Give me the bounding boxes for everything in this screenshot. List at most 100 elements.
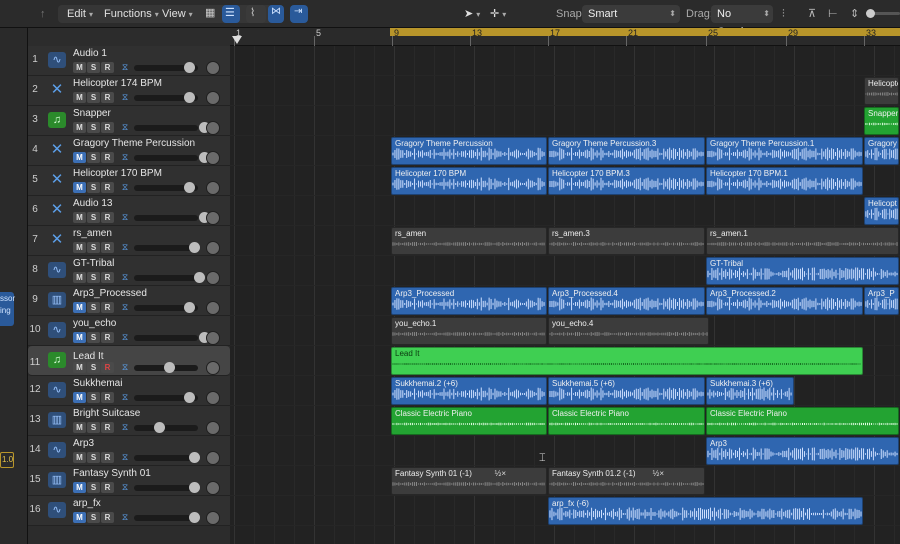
waveform-icon[interactable]: ∿ [48,502,66,518]
pan-knob[interactable] [206,91,220,105]
input-monitor-icon[interactable]: ⧖ [119,392,131,403]
pan-knob[interactable] [206,181,220,195]
region-piano3[interactable]: Classic Electric Piano [706,407,899,435]
mute-button[interactable]: M [73,92,86,103]
input-monitor-icon[interactable]: ⧖ [119,422,131,433]
pan-knob[interactable] [206,61,220,75]
pan-knob[interactable] [206,151,220,165]
solo-button[interactable]: S [87,392,100,403]
region-piano1[interactable]: Classic Electric Piano [391,407,547,435]
track-name[interactable]: Audio 13 [73,198,112,209]
volume-fader-knob[interactable] [189,512,200,523]
mute-button[interactable]: M [73,332,86,343]
region-piano2[interactable]: Classic Electric Piano [548,407,705,435]
pan-knob[interactable] [206,361,220,375]
volume-fader-knob[interactable] [184,302,195,313]
volume-fader-knob[interactable] [189,242,200,253]
track-header-2[interactable]: 2 ✕ Helicopter 174 BPM M S R ⧖ [28,76,230,106]
region-arp2[interactable]: Arp3_Processed.4 [548,287,705,315]
record-enable-button[interactable]: R [101,512,114,523]
zoom-slider-thumb[interactable] [866,9,875,18]
region-heli6[interactable]: Helicopt [864,197,899,225]
region-amen3[interactable]: rs_amen.1 [706,227,899,255]
keyboard-icon[interactable]: ▥ [48,412,66,428]
volume-fader[interactable] [134,392,198,403]
software-instrument-icon[interactable]: ♫ [48,112,66,128]
edit-menu[interactable]: Edit ▾ [67,6,93,22]
mute-button[interactable]: M [73,182,86,193]
solo-button[interactable]: S [87,92,100,103]
mute-button[interactable]: M [73,512,86,523]
region-amen2[interactable]: rs_amen.3 [548,227,705,255]
volume-fader-knob[interactable] [189,452,200,463]
input-monitor-icon[interactable]: ⧖ [119,122,131,133]
solo-button[interactable]: S [87,242,100,253]
volume-fader[interactable] [134,362,198,373]
pan-knob[interactable] [206,421,220,435]
solo-button[interactable]: S [87,272,100,283]
record-enable-button[interactable]: R [101,482,114,493]
region-heli170b[interactable]: Helicopter 170 BPM.3 [548,167,705,195]
track-header-13[interactable]: 13 ▥ Bright Suitcase M S R ⧖ [28,406,230,436]
track-name[interactable]: Arp3 [73,438,94,449]
drag-select[interactable]: No Overlap⬍ [711,5,773,38]
record-enable-button[interactable]: R [101,332,114,343]
mute-button[interactable]: M [73,482,86,493]
track-name[interactable]: GT-Tribal [73,258,114,269]
volume-fader[interactable] [134,482,200,493]
input-monitor-icon[interactable]: ⧖ [119,92,131,103]
record-enable-button[interactable]: R [101,62,114,73]
solo-button[interactable]: S [87,122,100,133]
mute-button[interactable]: M [73,152,86,163]
software-instrument-icon[interactable]: ♫ [48,352,66,368]
zoom-slider[interactable] [866,9,900,18]
region-arp3[interactable]: Arp3_Processed.2 [706,287,863,315]
region-gragory1[interactable]: Gragory Theme Percussion [391,137,547,165]
volume-fader[interactable] [134,332,210,343]
track-name[interactable]: Arp3_Processed [73,288,147,299]
region-gragory2[interactable]: Gragory Theme Percussion.3 [548,137,705,165]
track-header-6[interactable]: 6 ✕ Audio 13 M S R ⧖ [28,196,230,226]
record-enable-button[interactable]: R [101,302,114,313]
track-header-5[interactable]: 5 ✕ Helicopter 170 BPM M S R ⧖ [28,166,230,196]
volume-fader[interactable] [134,452,200,463]
solo-button[interactable]: S [87,152,100,163]
waveform-icon[interactable]: ∿ [48,442,66,458]
pan-knob[interactable] [206,121,220,135]
record-enable-button[interactable]: R [101,242,114,253]
input-monitor-icon[interactable]: ⧖ [119,302,131,313]
playhead[interactable] [232,36,242,44]
track-header-15[interactable]: 15 ▥ Fantasy Synth 01 M S R ⧖ [28,466,230,496]
mute-button[interactable]: M [73,422,86,433]
track-name[interactable]: Audio 1 [73,48,107,59]
solo-button[interactable]: S [87,362,100,373]
solo-button[interactable]: S [87,422,100,433]
mute-button[interactable]: M [73,302,86,313]
region-arpfx[interactable]: arp_fx (-6) [548,497,863,525]
track-header-4[interactable]: 4 ✕ Gragory Theme Percussion M S R ⧖ [28,136,230,166]
volume-fader-knob[interactable] [184,62,195,73]
track-header-3[interactable]: 3 ♫ Snapper M S R ⧖ [28,106,230,136]
pan-knob[interactable] [206,451,220,465]
track-name[interactable]: Helicopter 174 BPM [73,78,162,89]
cycle-region[interactable] [390,28,900,36]
volume-fader[interactable] [134,92,198,103]
region-fantasy1[interactable]: Fantasy Synth 01 (-1) ½× [391,467,547,495]
vertical-fit-icon[interactable]: ⊼ [808,6,816,22]
region-fantasy2[interactable]: Fantasy Synth 01.2 (-1) ½× [548,467,705,495]
region-arp3b[interactable]: Arp3 [706,437,899,465]
mute-button[interactable]: M [73,62,86,73]
region-sukk2[interactable]: Sukkhemai.5 (+6) [548,377,705,405]
track-header-16[interactable]: 16 ∿ arp_fx M S R ⧖ [28,496,230,526]
track-header-9[interactable]: 9 ▥ Arp3_Processed M S R ⧖ [28,286,230,316]
region-sukk3[interactable]: Sukkhemai.3 (+6) [706,377,794,405]
waveform-icon[interactable]: ∿ [48,52,66,68]
volume-fader[interactable] [134,152,210,163]
bar-ruler[interactable]: 1 5 9 13 17 21 25 29 33 [230,28,900,46]
pan-knob[interactable] [206,331,220,345]
volume-fader[interactable] [134,302,198,313]
solo-button[interactable]: S [87,212,100,223]
drummer-icon[interactable]: ✕ [48,202,66,218]
record-enable-button[interactable]: R [101,362,114,373]
volume-fader-knob[interactable] [194,272,205,283]
